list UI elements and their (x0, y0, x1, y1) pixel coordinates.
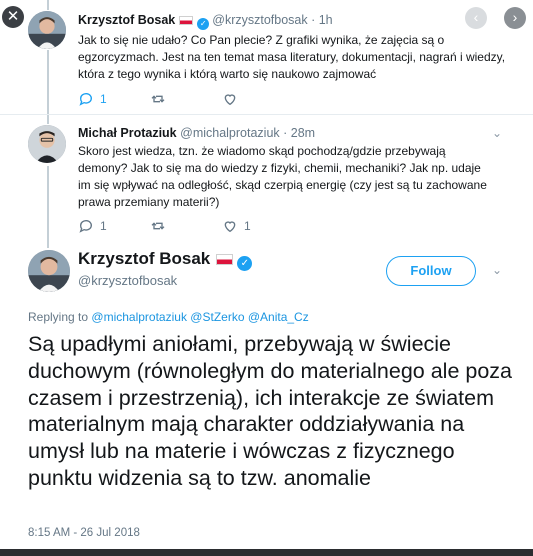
verified-badge-icon: ✓ (237, 256, 253, 271)
tweet-timestamp[interactable]: 8:15 AM - 26 Jul 2018 (28, 527, 140, 539)
reply-count: 1 (100, 92, 107, 106)
follow-button[interactable]: Follow (386, 256, 476, 286)
main-author-handle[interactable]: @krzysztofbosak (78, 273, 177, 288)
divider (0, 114, 533, 115)
replying-to: Replying to @michalprotaziuk @StZerko @A… (28, 310, 309, 324)
replying-prefix: Replying to (28, 310, 89, 324)
like-count: 1 (244, 219, 251, 233)
retweet-button[interactable] (150, 91, 222, 107)
thread-line (47, 0, 49, 10)
thread-line (47, 50, 49, 124)
retweet-button[interactable] (150, 218, 222, 234)
main-author-name-text: Krzysztof Bosak (78, 249, 211, 268)
poland-flag-icon (179, 16, 194, 25)
avatar-image (28, 11, 66, 49)
heart-icon (224, 221, 236, 233)
tweet-time[interactable]: · 28m (283, 126, 315, 140)
reply-button[interactable]: 1 (78, 91, 150, 107)
author-handle[interactable]: @michalprotaziuk (180, 126, 280, 140)
close-icon: ✕ (6, 8, 20, 25)
close-button[interactable]: ✕ (2, 6, 24, 28)
author-name[interactable]: Michał Protaziuk (78, 126, 177, 140)
author-handle[interactable]: @krzysztofbosak (212, 13, 307, 27)
mention-link[interactable]: @Anita_Cz (248, 310, 309, 324)
reply-icon (79, 93, 92, 106)
avatar-image (28, 250, 70, 292)
retweet-icon (151, 222, 165, 230)
tweet-text: Jak to się nie udało? Co Pan plecie? Z g… (78, 33, 506, 81)
more-options-icon[interactable]: ⌄ (492, 126, 502, 140)
reply-icon (79, 220, 92, 233)
tweet-1[interactable]: Krzysztof Bosak ✓ @krzysztofbosak · 1h Jak… (78, 13, 518, 83)
tweet-time[interactable]: · 1h (311, 13, 333, 27)
heart-icon (224, 94, 236, 106)
avatar[interactable] (28, 11, 66, 49)
more-options-icon[interactable]: ⌄ (492, 263, 502, 277)
main-avatar[interactable] (28, 250, 70, 292)
mention-link[interactable]: @michalprotaziuk (91, 310, 187, 324)
retweet-icon (151, 95, 165, 103)
poland-flag-icon (216, 254, 234, 265)
like-button[interactable] (222, 91, 294, 107)
author-name[interactable]: Krzysztof Bosak (78, 13, 175, 27)
tweet-2[interactable]: Michał Protaziuk @michalprotaziuk · 28m … (78, 126, 518, 211)
avatar[interactable] (28, 125, 66, 163)
tweet-text: Skoro jest wiedza, tzn. że wiadomo skąd … (78, 144, 487, 209)
tweet-header: Michał Protaziuk @michalprotaziuk · 28m (78, 126, 518, 141)
tweet-header: Krzysztof Bosak ✓ @krzysztofbosak · 1h (78, 13, 518, 30)
thread-line (47, 166, 49, 248)
avatar-image (28, 125, 66, 163)
main-author-name[interactable]: Krzysztof Bosak ✓ (78, 249, 255, 271)
reply-button[interactable]: 1 (78, 218, 150, 234)
reply-count: 1 (100, 219, 107, 233)
tweet-actions: 1 (78, 91, 294, 107)
main-tweet-text: Są upadłymi aniołami, przebywają w świec… (28, 332, 513, 490)
verified-badge-icon: ✓ (197, 18, 210, 30)
mention-link[interactable]: @StZerko (190, 310, 244, 324)
like-button[interactable]: 1 (222, 218, 294, 234)
tweet-actions: 1 1 (78, 218, 294, 234)
bottom-bar (0, 549, 533, 556)
